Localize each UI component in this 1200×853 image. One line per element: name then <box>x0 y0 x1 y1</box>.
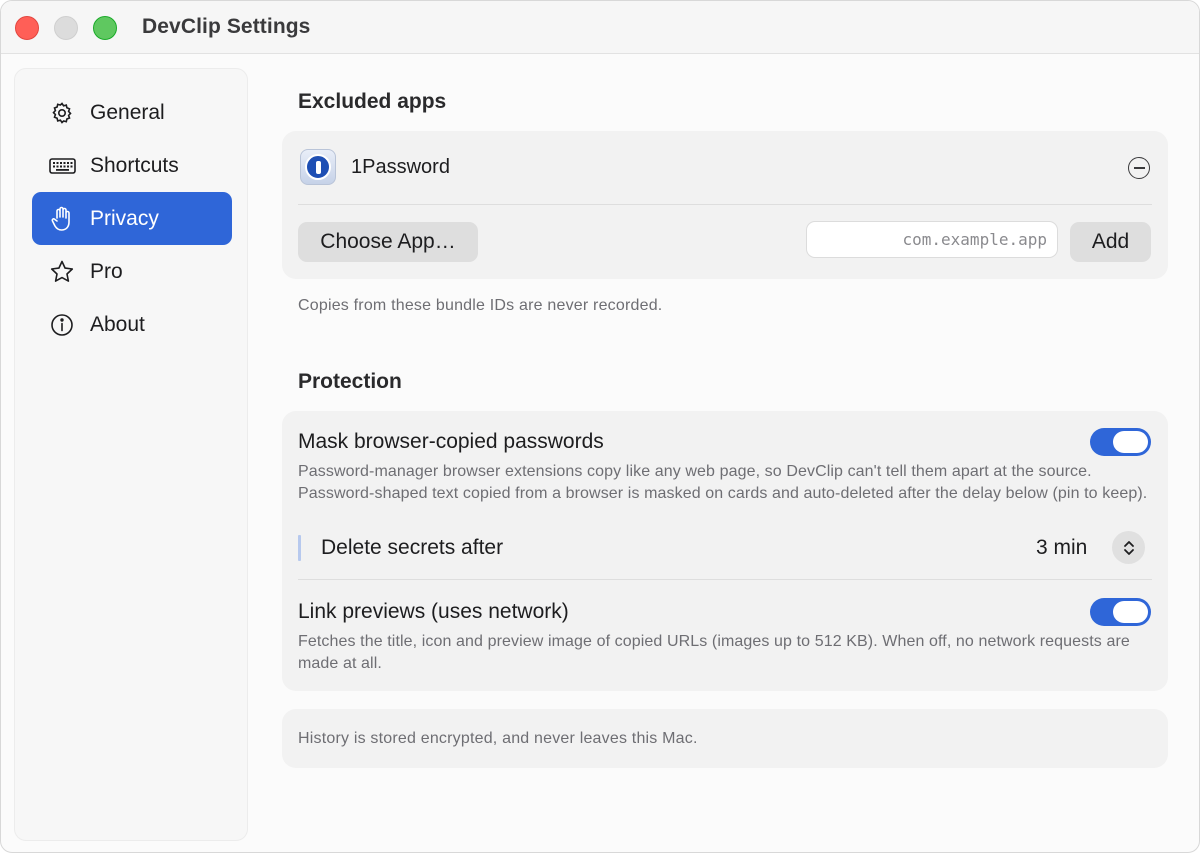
storage-note-card: History is stored encrypted, and never l… <box>282 709 1168 768</box>
divider <box>298 204 1152 205</box>
sidebar-item-label: Shortcuts <box>90 153 179 177</box>
storage-note: History is stored encrypted, and never l… <box>298 730 698 747</box>
excluded-app-name: 1Password <box>351 156 450 178</box>
minus-circle-icon <box>1133 167 1145 169</box>
link-previews-toggle[interactable] <box>1090 598 1151 626</box>
protection-card: Mask browser-copied passwords Password-m… <box>282 411 1168 691</box>
zoom-window-button[interactable] <box>93 16 117 40</box>
keyboard-icon <box>48 152 76 180</box>
gear-icon <box>48 99 76 127</box>
chevron-up-down-icon <box>1123 540 1134 555</box>
1password-icon <box>300 149 336 185</box>
sidebar-item-shortcuts[interactable]: Shortcuts <box>32 139 232 192</box>
sidebar-item-pro[interactable]: Pro <box>32 245 232 298</box>
sidebar: General Shortcuts Privacy Pro About <box>14 68 248 841</box>
remove-app-button[interactable] <box>1128 157 1150 179</box>
indent-bar <box>298 535 301 561</box>
protection-heading: Protection <box>298 370 402 393</box>
link-previews-description: Fetches the title, icon and preview imag… <box>298 633 1130 672</box>
window-title: DevClip Settings <box>142 15 311 38</box>
star-icon <box>48 258 76 286</box>
info-icon <box>48 311 76 339</box>
sidebar-item-label: General <box>90 100 165 124</box>
mask-passwords-label: Mask browser-copied passwords <box>298 430 604 453</box>
sidebar-item-general[interactable]: General <box>32 86 232 139</box>
sidebar-item-label: Privacy <box>90 206 159 230</box>
excluded-apps-card: 1Password Choose App… Add <box>282 131 1168 279</box>
excluded-apps-caption: Copies from these bundle IDs are never r… <box>298 297 663 314</box>
excluded-apps-heading: Excluded apps <box>298 90 447 113</box>
close-window-button[interactable] <box>15 16 39 40</box>
bundle-id-input[interactable] <box>806 221 1058 258</box>
sidebar-item-label: Pro <box>90 259 123 283</box>
add-bundle-button[interactable]: Add <box>1070 222 1151 262</box>
sidebar-item-label: About <box>90 312 145 336</box>
delete-secrets-label: Delete secrets after <box>321 536 504 559</box>
mask-passwords-toggle[interactable] <box>1090 428 1151 456</box>
hand-icon <box>48 205 76 233</box>
minimize-window-button[interactable] <box>54 16 78 40</box>
settings-window: DevClip Settings General Shortcuts Priva… <box>0 0 1200 853</box>
delete-secrets-value: 3 min <box>1036 536 1088 559</box>
mask-passwords-description: Password-manager browser extensions copy… <box>298 463 1148 502</box>
sidebar-item-privacy[interactable]: Privacy <box>32 192 232 245</box>
choose-app-button[interactable]: Choose App… <box>298 222 478 262</box>
divider <box>298 579 1152 580</box>
delete-secrets-stepper[interactable] <box>1112 531 1145 564</box>
link-previews-label: Link previews (uses network) <box>298 600 569 623</box>
title-bar: DevClip Settings <box>1 1 1199 54</box>
sidebar-item-about[interactable]: About <box>32 298 232 351</box>
